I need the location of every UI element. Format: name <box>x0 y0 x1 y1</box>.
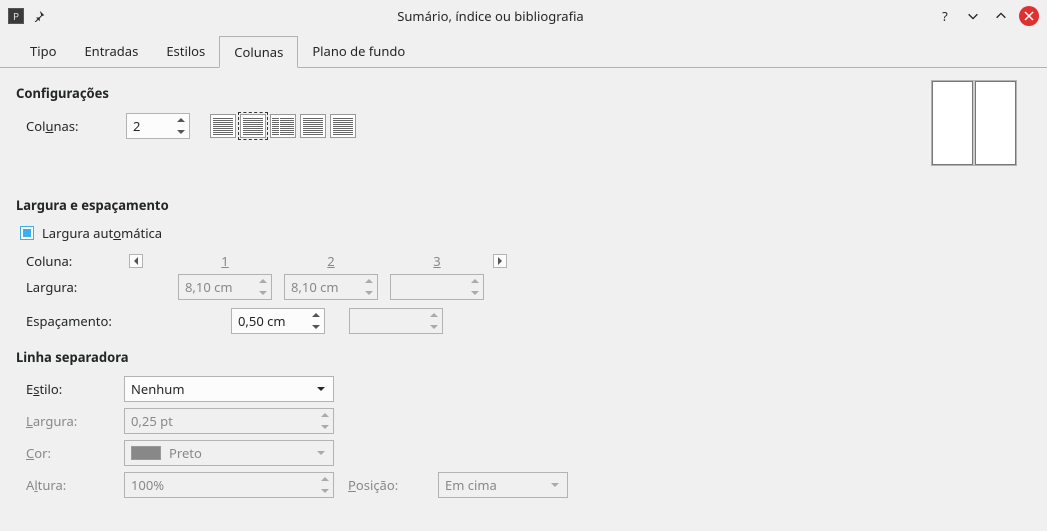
espac-2-step-up <box>425 309 442 321</box>
largura-2-step-up <box>360 275 377 287</box>
altura-value: 100% <box>125 476 315 494</box>
coluna-label: Coluna: <box>16 252 126 270</box>
espac-1-step-down[interactable] <box>307 321 324 333</box>
auto-width-checkbox[interactable] <box>20 226 34 240</box>
tab-estilos[interactable]: Estilos <box>152 36 219 68</box>
column-presets <box>210 114 356 138</box>
preview-col-2 <box>975 81 1016 165</box>
section-linha-sep: Linha separadora <box>16 348 1031 366</box>
colunas-step-up[interactable] <box>172 114 189 126</box>
largura-label: Largura: <box>16 278 126 296</box>
preset-1-col[interactable] <box>210 114 236 138</box>
cor-value: Preto <box>169 444 315 462</box>
col-nav-next[interactable] <box>493 254 507 268</box>
columns-preview <box>931 80 1017 166</box>
posicao-chevron-down-icon <box>549 483 561 487</box>
sep-largura-label: Largura: <box>16 412 124 430</box>
estilo-select[interactable]: Nenhum <box>124 376 334 402</box>
tab-entradas[interactable]: Entradas <box>70 36 152 68</box>
maximize-button[interactable] <box>991 6 1011 26</box>
espac-1-step-up[interactable] <box>307 309 324 321</box>
altura-step-up <box>316 473 333 485</box>
tab-tipo[interactable]: Tipo <box>16 36 70 68</box>
col-num-1: 1 <box>172 252 278 270</box>
estilo-value: Nenhum <box>131 380 315 398</box>
sep-largura-spin: 0,25 pt <box>124 408 334 434</box>
cor-label: Cor: <box>16 444 124 462</box>
section-configuracoes: Configurações <box>16 84 1031 102</box>
largura-3-spin <box>390 274 484 300</box>
section-largura-espac: Largura e espaçamento <box>16 196 1031 214</box>
app-icon: P <box>8 8 24 24</box>
tab-colunas[interactable]: Colunas <box>219 36 298 68</box>
sep-largura-step-up <box>316 409 333 421</box>
col-nav-prev[interactable] <box>129 254 143 268</box>
altura-spin: 100% <box>124 472 334 498</box>
col-num-3: 3 <box>384 252 490 270</box>
largura-2-step-down <box>360 287 377 299</box>
minimize-button[interactable] <box>963 6 983 26</box>
espac-1-spin[interactable]: 0,50 cm <box>231 308 325 334</box>
preset-3-col[interactable] <box>270 114 296 138</box>
cor-select: Preto <box>124 440 334 466</box>
posicao-select: Em cima <box>438 472 568 498</box>
largura-1-spin: 8,10 cm <box>178 274 272 300</box>
largura-2-spin: 8,10 cm <box>284 274 378 300</box>
altura-label: Altura: <box>16 476 124 494</box>
close-button[interactable] <box>1019 6 1039 26</box>
sep-largura-step-down <box>316 421 333 433</box>
estilo-chevron-down-icon <box>315 387 327 391</box>
colunas-spin[interactable]: 2 <box>126 113 190 139</box>
colunas-label: Colunas: <box>16 117 126 135</box>
posicao-value: Em cima <box>445 476 549 494</box>
content-panel: Configurações Colunas: 2 Largura e espaç… <box>0 68 1047 520</box>
tab-plano-de-fundo[interactable]: Plano de fundo <box>298 36 419 68</box>
largura-1-step-down <box>254 287 271 299</box>
sep-largura-value: 0,25 pt <box>125 412 315 430</box>
cor-chevron-down-icon <box>315 451 327 455</box>
preset-left-wide[interactable] <box>300 114 326 138</box>
espac-1-value[interactable]: 0,50 cm <box>232 312 306 330</box>
preset-2-col[interactable] <box>240 114 266 138</box>
cor-swatch <box>131 446 161 460</box>
espac-2-step-down <box>425 321 442 333</box>
largura-3-step-up <box>466 275 483 287</box>
pin-icon[interactable] <box>32 9 46 23</box>
preview-col-1 <box>932 81 973 165</box>
tab-bar: Tipo Entradas Estilos Colunas Plano de f… <box>0 32 1047 68</box>
window-title: Sumário, índice ou bibliografia <box>46 7 935 25</box>
largura-3-step-down <box>466 287 483 299</box>
espac-2-spin <box>349 308 443 334</box>
espacamento-label: Espaçamento: <box>16 312 126 330</box>
estilo-label: Estilo: <box>16 380 124 398</box>
colunas-value[interactable]: 2 <box>127 117 171 135</box>
largura-1-step-up <box>254 275 271 287</box>
col-num-2: 2 <box>278 252 384 270</box>
auto-width-label: Largura automática <box>42 224 162 242</box>
preset-right-wide[interactable] <box>330 114 356 138</box>
posicao-label: Posição: <box>348 476 438 494</box>
auto-width-row: Largura automática <box>20 224 1031 242</box>
checkbox-checked-icon <box>23 229 31 237</box>
altura-step-down <box>316 485 333 497</box>
titlebar: P Sumário, índice ou bibliografia ? <box>0 0 1047 32</box>
largura-1-value: 8,10 cm <box>179 278 253 296</box>
largura-2-value: 8,10 cm <box>285 278 359 296</box>
help-button[interactable]: ? <box>935 6 955 26</box>
colunas-step-down[interactable] <box>172 126 189 138</box>
